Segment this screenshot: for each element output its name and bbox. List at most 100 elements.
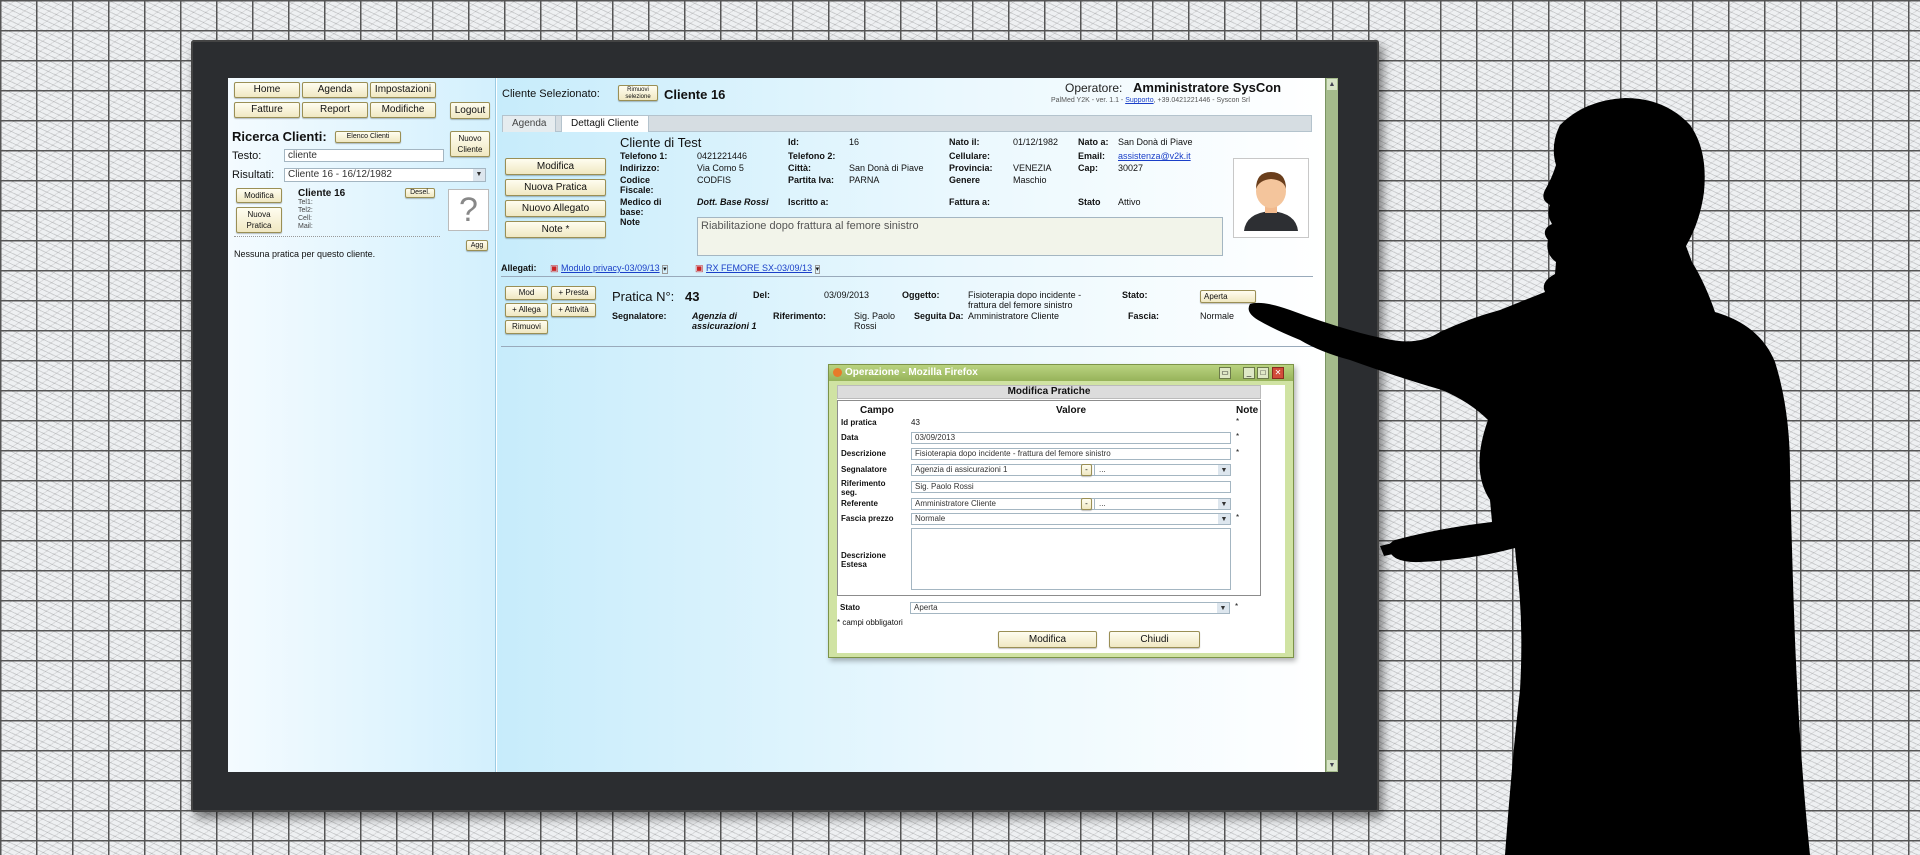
riferimento-value: Sig. Paolo Rossi — [854, 311, 896, 331]
dialog-modifica-button[interactable]: Modifica — [998, 631, 1097, 648]
descrizione-estesa-label: Descrizione Estesa — [841, 551, 886, 569]
riferimento-field-label: Riferimento seg. — [841, 479, 886, 497]
scroll-up-icon[interactable]: ▲ — [1327, 79, 1337, 90]
card-client-name: Cliente 16 — [298, 188, 346, 199]
segnalatore-select[interactable]: ... ▼ — [1094, 464, 1231, 476]
partita-iva-value: PARNA — [849, 175, 880, 185]
segnalatore-value: Agenzia di assicurazioni 1 — [692, 311, 757, 331]
stato-value: Attivo — [1118, 197, 1141, 207]
email-label: Email: — [1078, 151, 1106, 161]
card-tel1: Tel1: — [298, 199, 313, 206]
client-note-button[interactable]: Note * — [505, 221, 606, 238]
allegati-label: Allegati: — [501, 263, 537, 273]
provincia-label: Provincia: — [949, 163, 993, 173]
codice-fiscale-value: CODFIS — [697, 175, 732, 185]
card-cell: Cell: — [298, 215, 313, 222]
id-required-star: * — [1236, 417, 1240, 426]
pratica-stato-label: Stato: — [1122, 290, 1148, 300]
cap-label: Cap: — [1078, 163, 1098, 173]
scroll-down-icon[interactable]: ▼ — [1327, 760, 1337, 771]
nav-report-button[interactable]: Report — [302, 102, 368, 118]
nato-il-label: Nato il: — [949, 137, 980, 147]
note-textarea[interactable]: Riabilitazione dopo frattura al femore s… — [697, 217, 1223, 256]
tel1-value: 0421221446 — [697, 151, 748, 161]
descrizione-estesa-textarea[interactable] — [911, 528, 1231, 590]
nav-fatture-button[interactable]: Fatture — [234, 102, 300, 118]
pratica-attivita-button[interactable]: + Attività — [551, 303, 596, 317]
email-link[interactable]: assistenza@v2k.it — [1118, 151, 1191, 161]
remove-selection-button[interactable]: Rimuovi selezione — [618, 85, 658, 101]
partita-iva-label: Partita Iva: — [788, 175, 835, 185]
allegato-item-2[interactable]: ▣ RX FEMORE SX-03/09/13 ▾ — [695, 263, 821, 274]
tab-dettagli-cliente[interactable]: Dettagli Cliente — [561, 115, 649, 132]
nato-il-value: 01/12/1982 — [1013, 137, 1059, 147]
riferimento-input[interactable]: Sig. Paolo Rossi — [911, 481, 1231, 493]
elenco-clienti-button[interactable]: Elenco Clienti — [335, 131, 401, 143]
dialog-chiudi-button[interactable]: Chiudi — [1109, 631, 1200, 648]
descrizione-label: Descrizione — [841, 449, 886, 458]
genere-label: Genere — [949, 175, 981, 185]
nuovo-cliente-button[interactable]: Nuovo Cliente — [450, 131, 490, 157]
minimize-icon[interactable]: _ — [1243, 367, 1255, 379]
card-deselect-button[interactable]: Desel. — [405, 188, 435, 198]
fascia-prezzo-select[interactable]: Normale ▼ — [911, 513, 1231, 525]
medico-label: Medico di base: — [620, 197, 662, 217]
client-modifica-button[interactable]: Modifica — [505, 158, 606, 175]
operator-label: Operatore: — [1065, 81, 1123, 95]
divider — [501, 346, 1313, 347]
nav-modifiche-button[interactable]: Modifiche — [370, 102, 436, 118]
data-input[interactable]: 03/09/2013 — [911, 432, 1231, 444]
close-icon[interactable]: ✕ — [1272, 367, 1284, 379]
modifica-pratiche-dialog: Operazione - Mozilla Firefox ▭ _ □ ✕ Mod… — [828, 364, 1294, 658]
client-nuovo-allegato-button[interactable]: Nuovo Allegato — [505, 200, 606, 217]
pratica-rimuovi-button[interactable]: Rimuovi — [505, 320, 548, 334]
risultati-select[interactable]: Cliente 16 - 16/12/1982 ▼ — [284, 168, 486, 182]
card-tel2: Tel2: — [298, 207, 313, 214]
col-note: Note — [1236, 405, 1259, 416]
indirizzo-value: Via Como 5 — [697, 163, 744, 173]
tab-agenda[interactable]: Agenda — [502, 115, 557, 132]
allegato-item-1[interactable]: ▣ Modulo privacy-03/09/13 ▾ — [550, 263, 668, 274]
card-modifica-button[interactable]: Modifica — [236, 188, 282, 203]
pratica-mod-button[interactable]: Mod — [505, 286, 548, 300]
stato-label: Stato — [1078, 197, 1101, 207]
left-panel: Home Agenda Impostazioni Fatture Report … — [228, 78, 496, 772]
support-link[interactable]: Supporto — [1125, 97, 1153, 104]
chevron-down-icon: ▼ — [1218, 499, 1230, 509]
testo-search-input[interactable]: cliente — [284, 149, 444, 162]
referente-input[interactable]: Amministratore Cliente — [911, 498, 1105, 510]
pratica-presta-button[interactable]: + Presta — [551, 286, 596, 300]
pdf-icon: ▣ — [695, 263, 704, 273]
vertical-scrollbar[interactable]: ▲ ▼ — [1325, 78, 1338, 772]
chevron-down-icon: ▼ — [1217, 603, 1229, 613]
citta-value: San Donà di Piave — [849, 163, 924, 173]
fascia-value: Normale — [1200, 311, 1235, 321]
nav-agenda-button[interactable]: Agenda — [302, 82, 368, 98]
client-avatar — [1233, 158, 1309, 238]
dropdown-icon[interactable]: ▾ — [814, 265, 821, 274]
maximize-icon[interactable]: □ — [1257, 367, 1269, 379]
pratica-del-label: Del: — [753, 290, 771, 300]
nav-impostazioni-button[interactable]: Impostazioni — [370, 82, 436, 98]
window-icon[interactable]: ▭ — [1219, 367, 1231, 379]
operator-name: Amministratore SysCon — [1133, 80, 1282, 95]
stato-select[interactable]: Aperta ▼ — [910, 602, 1230, 614]
nav-home-button[interactable]: Home — [234, 82, 300, 98]
dropdown-icon[interactable]: ▾ — [662, 265, 668, 274]
pratica-oggetto-value: Fisioterapia dopo incidente - frattura d… — [968, 290, 1082, 310]
stato-required-star: * — [1235, 602, 1239, 611]
agg-button[interactable]: Agg — [466, 240, 488, 251]
col-valore: Valore — [1056, 405, 1087, 416]
referente-label: Referente — [841, 499, 878, 508]
referente-select[interactable]: ... ▼ — [1094, 498, 1231, 510]
segnalatore-input[interactable]: Agenzia di assicurazioni 1 — [911, 464, 1105, 476]
pratica-allega-button[interactable]: + Allega — [505, 303, 548, 317]
logout-button[interactable]: Logout — [450, 102, 490, 119]
pratica-stato-select[interactable]: Aperta — [1200, 290, 1256, 303]
card-nuova-pratica-button[interactable]: Nuova Pratica — [236, 207, 282, 233]
segnalatore-clear-button[interactable]: - — [1081, 464, 1092, 476]
referente-clear-button[interactable]: - — [1081, 498, 1092, 510]
client-nuova-pratica-button[interactable]: Nuova Pratica — [505, 179, 606, 196]
risultati-label: Risultati: — [232, 169, 275, 181]
descrizione-input[interactable]: Fisioterapia dopo incidente - frattura d… — [911, 448, 1231, 460]
